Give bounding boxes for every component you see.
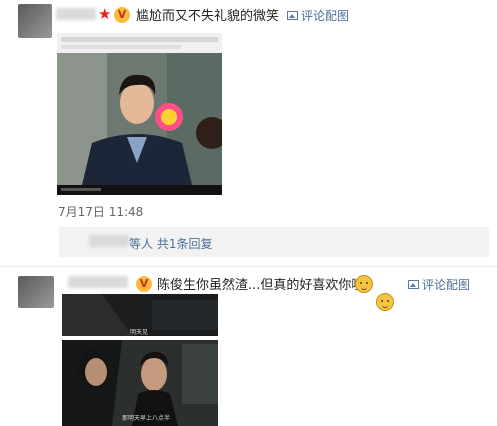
view-image-label: 评论配图 bbox=[422, 278, 471, 292]
image-icon bbox=[408, 280, 419, 289]
comment-image[interactable] bbox=[57, 33, 222, 195]
vip-badge-icon: V bbox=[114, 7, 130, 23]
subtitle-text: 明天见 bbox=[130, 329, 149, 336]
view-image-label: 评论配图 bbox=[301, 9, 350, 23]
username-blurred[interactable] bbox=[68, 276, 128, 288]
view-comment-image-link[interactable]: 评论配图 bbox=[408, 276, 470, 293]
avatar[interactable] bbox=[18, 4, 52, 38]
comment-image[interactable]: 明天见 那明天早上八点半 bbox=[62, 294, 218, 426]
cat-face-emoji bbox=[355, 275, 373, 293]
divider bbox=[0, 266, 497, 267]
username-blurred[interactable] bbox=[56, 8, 96, 20]
reply-summary-text: 等人 共1条回复 bbox=[129, 237, 213, 251]
subtitle-text: 那明天早上八点半 bbox=[122, 415, 171, 422]
car-scene-illustration bbox=[62, 294, 218, 426]
avatar[interactable] bbox=[18, 276, 54, 308]
image-icon bbox=[287, 11, 298, 20]
view-comment-image-link[interactable]: 评论配图 bbox=[287, 7, 349, 24]
comment-text: 陈俊生你虽然渣...但真的好喜欢你噢 bbox=[157, 278, 365, 293]
comment-text: 尴尬而又不失礼貌的微笑 bbox=[136, 9, 280, 24]
tv-scene-illustration bbox=[57, 33, 222, 195]
reply-user-blurred bbox=[89, 235, 129, 247]
cat-face-emoji bbox=[376, 293, 394, 311]
star-icon: ★ bbox=[98, 5, 112, 23]
reply-summary-box[interactable]: 等人 共1条回复 bbox=[59, 227, 489, 257]
vip-badge-icon: V bbox=[136, 276, 152, 292]
comment-time: 7月17日 11:48 bbox=[58, 205, 144, 219]
